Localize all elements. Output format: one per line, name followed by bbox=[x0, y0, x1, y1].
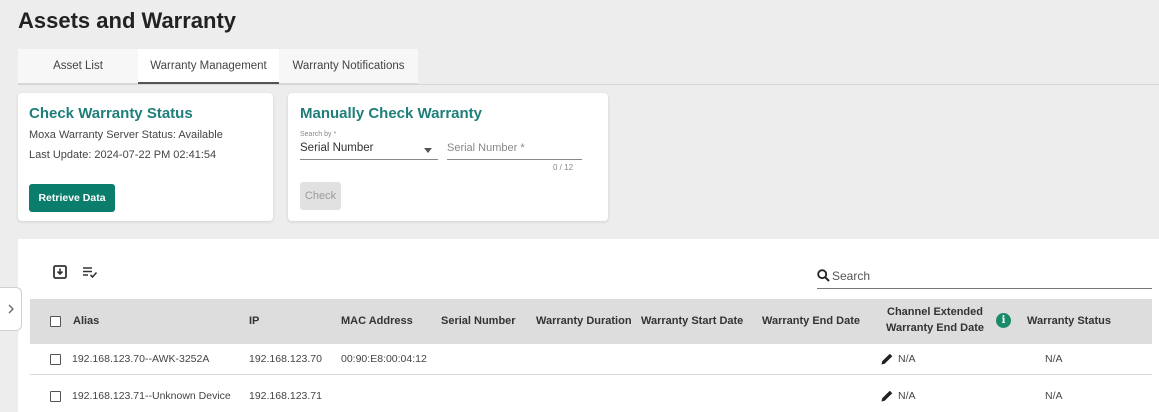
info-icon[interactable]: i bbox=[996, 313, 1011, 328]
tab-warranty-notifications[interactable]: Warranty Notifications bbox=[279, 49, 418, 84]
cell-mac: 00:90:E8:00:04:12 bbox=[341, 353, 427, 365]
column-header-line: Channel Extended bbox=[887, 306, 983, 318]
cell-warranty-status: N/A bbox=[1045, 390, 1063, 402]
search-placeholder: Search bbox=[832, 269, 871, 283]
search-by-label: Search by * bbox=[300, 131, 337, 138]
server-status-text: Moxa Warranty Server Status: Available bbox=[29, 129, 223, 141]
sidebar-toggle[interactable] bbox=[0, 287, 22, 331]
row-divider bbox=[30, 374, 1152, 375]
manual-check-warranty-card: Manually Check Warranty Search by * Seri… bbox=[288, 93, 608, 221]
serial-number-placeholder: Serial Number * bbox=[447, 142, 525, 154]
retrieve-data-button[interactable]: Retrieve Data bbox=[29, 184, 115, 212]
column-header-line: Warranty End Date bbox=[885, 322, 984, 334]
char-counter: 0 / 12 bbox=[553, 163, 574, 172]
column-header-serial[interactable]: Serial Number bbox=[441, 315, 516, 327]
column-header-end-date[interactable]: Warranty End Date bbox=[762, 315, 860, 327]
cell-ip: 192.168.123.71 bbox=[249, 390, 322, 402]
cell-alias: 192.168.123.71--Unknown Device bbox=[72, 390, 231, 402]
page-title: Assets and Warranty bbox=[18, 8, 237, 33]
search-underline bbox=[817, 288, 1152, 289]
column-header-ip[interactable]: IP bbox=[249, 315, 259, 327]
field-underline bbox=[447, 159, 582, 160]
edit-pencil-icon[interactable] bbox=[880, 389, 894, 403]
tab-bar: Asset List Warranty Management Warranty … bbox=[18, 49, 418, 84]
cell-warranty-status: N/A bbox=[1045, 353, 1063, 365]
edit-pencil-icon[interactable] bbox=[880, 352, 894, 366]
row-checkbox[interactable] bbox=[50, 391, 61, 402]
column-settings-icon[interactable] bbox=[82, 265, 98, 279]
cell-channel-extended: N/A bbox=[898, 353, 916, 365]
search-by-select[interactable]: Serial Number bbox=[300, 139, 438, 160]
card-title: Check Warranty Status bbox=[29, 105, 193, 122]
chevron-down-icon bbox=[424, 148, 432, 153]
search-icon bbox=[817, 269, 830, 282]
tab-asset-list[interactable]: Asset List bbox=[18, 49, 138, 84]
check-button[interactable]: Check bbox=[300, 182, 341, 210]
tab-warranty-management[interactable]: Warranty Management bbox=[138, 49, 279, 84]
column-header-channel-extended[interactable]: Channel Extended Warranty End Date bbox=[880, 304, 990, 336]
chevron-right-icon bbox=[8, 304, 14, 314]
select-underline bbox=[300, 159, 438, 160]
column-header-mac[interactable]: MAC Address bbox=[341, 315, 413, 327]
select-all-checkbox[interactable] bbox=[50, 316, 61, 327]
tabs-divider bbox=[18, 84, 1159, 85]
export-icon[interactable] bbox=[53, 265, 67, 279]
column-header-status[interactable]: Warranty Status bbox=[1027, 315, 1111, 327]
card-title: Manually Check Warranty bbox=[300, 105, 482, 122]
column-header-duration[interactable]: Warranty Duration bbox=[536, 315, 632, 327]
cell-ip: 192.168.123.70 bbox=[249, 353, 322, 365]
last-update-text: Last Update: 2024-07-22 PM 02:41:54 bbox=[29, 149, 217, 161]
column-header-alias[interactable]: Alias bbox=[73, 315, 99, 327]
row-checkbox[interactable] bbox=[50, 354, 61, 365]
cell-alias: 192.168.123.70--AWK-3252A bbox=[72, 353, 210, 365]
column-header-start-date[interactable]: Warranty Start Date bbox=[641, 315, 743, 327]
check-warranty-status-card: Check Warranty Status Moxa Warranty Serv… bbox=[18, 93, 273, 221]
serial-number-field[interactable]: Serial Number * bbox=[447, 139, 582, 160]
cell-channel-extended: N/A bbox=[898, 390, 916, 402]
search-by-value: Serial Number bbox=[300, 142, 374, 154]
table-search[interactable]: Search bbox=[817, 268, 1152, 289]
